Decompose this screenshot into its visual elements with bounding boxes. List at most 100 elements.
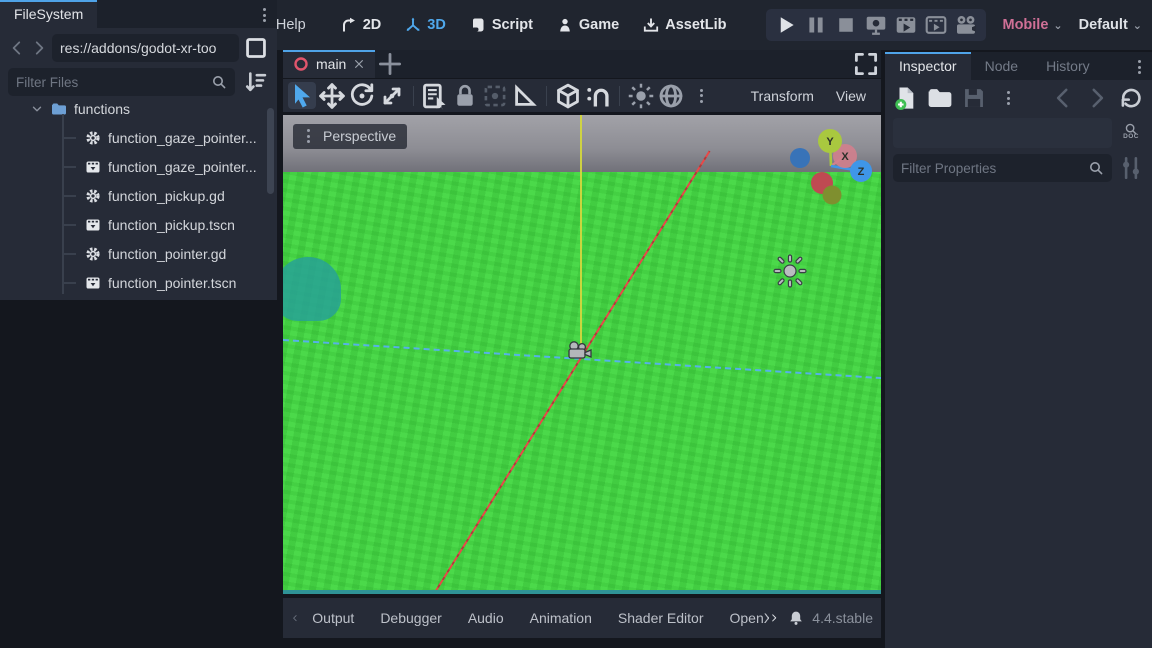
transform-menu[interactable]: Transform: [741, 88, 824, 104]
list-select-tool-button[interactable]: [421, 82, 449, 109]
bottom-panel-shader-editor[interactable]: Shader Editor: [605, 610, 717, 626]
inspector-dock-menu-button[interactable]: [1126, 54, 1152, 80]
tree-guide-tick: [64, 282, 76, 284]
property-tools-button[interactable]: [1118, 155, 1144, 181]
view-axes-gizmo[interactable]: X Y Z: [771, 119, 881, 219]
file-row[interactable]: function_pickup.tscn: [0, 210, 277, 239]
preview-environment-button[interactable]: [657, 82, 685, 109]
directional-light-gizmo[interactable]: [772, 253, 808, 289]
nav-forward-button[interactable]: [30, 39, 48, 57]
godot-scene-icon: [293, 56, 309, 72]
perspective-menu[interactable]: Perspective: [293, 124, 407, 149]
panels-scroll-left-button[interactable]: [291, 614, 299, 622]
scene-tab-label: main: [316, 56, 346, 72]
x-axis-label: X: [841, 151, 849, 163]
group-button[interactable]: [481, 82, 509, 109]
file-row[interactable]: functions: [0, 102, 277, 123]
tab-filesystem[interactable]: FileSystem: [0, 0, 97, 28]
property-filter-input[interactable]: [901, 161, 1088, 176]
scale-tool-button[interactable]: [378, 82, 406, 109]
file-row[interactable]: function_gaze_pointer...: [0, 123, 277, 152]
view-menu[interactable]: View: [826, 88, 876, 104]
workspace-assetlib[interactable]: AssetLib: [633, 11, 736, 39]
local-space-button[interactable]: [554, 82, 582, 109]
object-name-box: [893, 118, 1112, 148]
profile-dropdown[interactable]: Default ⌄: [1079, 17, 1142, 33]
workspace-script[interactable]: Script: [460, 11, 543, 39]
close-icon[interactable]: [353, 58, 365, 70]
workspace-3d[interactable]: 3D: [395, 11, 456, 39]
file-sort-button[interactable]: [243, 69, 269, 95]
ws3d-icon: [405, 17, 421, 33]
viewport-3d[interactable]: X Y Z Perspective: [283, 115, 881, 594]
toggle-split-mode-button[interactable]: [243, 35, 269, 61]
tab-node[interactable]: Node: [971, 52, 1032, 80]
perspective-label: Perspective: [323, 128, 396, 144]
file-row[interactable]: function_pointer.gd: [0, 239, 277, 268]
expand-viewport-button[interactable]: [851, 50, 881, 78]
stop-button[interactable]: [834, 13, 858, 37]
bottom-panel-output[interactable]: Output: [299, 610, 367, 626]
notification-bell-icon[interactable]: [782, 610, 810, 626]
rotate-tool-button[interactable]: [348, 82, 376, 109]
save-resource-button[interactable]: [961, 85, 987, 111]
filesystem-vscrollbar[interactable]: [267, 108, 274, 194]
lock-button[interactable]: [451, 82, 479, 109]
select-tool-button[interactable]: [288, 82, 316, 109]
renderer-label: Mobile: [1002, 17, 1048, 33]
gear-icon: [85, 130, 101, 146]
inspector-toolbar: [885, 80, 1152, 116]
tab-label: History: [1046, 58, 1090, 74]
history-forward-button[interactable]: [1084, 85, 1110, 111]
current-path-input[interactable]: [60, 40, 231, 56]
file-label: function_pointer.gd: [108, 246, 226, 262]
preview-sun-button[interactable]: [627, 82, 655, 109]
godot-editor-window: SceneProjectDebugEditorHelp 2D 3D Script…: [0, 0, 1152, 648]
remote-button[interactable]: [864, 13, 888, 37]
tab-history[interactable]: History: [1032, 52, 1104, 80]
filesystem-dock-menu-button[interactable]: [251, 2, 277, 28]
history-back-button[interactable]: [1050, 85, 1076, 111]
snap-toggle-button[interactable]: [584, 82, 612, 109]
bottom-panel-openx[interactable]: OpenX: [717, 610, 769, 626]
preview-options-button[interactable]: [687, 82, 715, 109]
filesystem-dock: FileSystem functionsfunction_gaze_pointe…: [0, 0, 277, 300]
renderer-dropdown[interactable]: Mobile ⌄: [1002, 17, 1062, 33]
pause-button[interactable]: [804, 13, 828, 37]
bottom-panel-audio[interactable]: Audio: [455, 610, 517, 626]
nav-back-button[interactable]: [8, 39, 26, 57]
file-row[interactable]: function_gaze_pointer...: [0, 152, 277, 181]
chevron-down-icon[interactable]: [30, 102, 44, 117]
edit-history-button[interactable]: [1118, 85, 1144, 111]
inspector-dock-tabs: Inspector Node History: [885, 52, 1152, 80]
play-scene-button[interactable]: [894, 13, 918, 37]
open-docs-button[interactable]: DOC: [1118, 118, 1144, 144]
movie-button[interactable]: [954, 13, 978, 37]
camera-gizmo[interactable]: [565, 340, 595, 362]
play-custom-button[interactable]: [924, 13, 948, 37]
resource-menu-button[interactable]: [995, 85, 1021, 111]
workspace-game[interactable]: Game: [547, 11, 629, 39]
bottom-panel-animation[interactable]: Animation: [517, 610, 605, 626]
gear-icon: [85, 188, 101, 204]
tree-guide-tick: [64, 195, 76, 197]
file-filter-input[interactable]: [16, 75, 211, 90]
workspace-2d[interactable]: 2D: [331, 11, 392, 39]
neg-z-ball: [790, 148, 810, 168]
load-resource-button[interactable]: [927, 85, 953, 111]
new-resource-button[interactable]: [893, 85, 919, 111]
bottom-panel-debugger[interactable]: Debugger: [367, 610, 455, 626]
scene-tab-main[interactable]: main: [283, 50, 375, 78]
new-scene-tab-button[interactable]: [375, 50, 405, 78]
file-row[interactable]: function_pickup.gd: [0, 181, 277, 210]
tree-guide-tick: [64, 166, 76, 168]
panels-scroll-right-button[interactable]: [769, 613, 779, 623]
play-button[interactable]: [774, 13, 798, 37]
y-axis-line: [580, 115, 582, 352]
move-tool-button[interactable]: [318, 82, 346, 109]
tab-inspector[interactable]: Inspector: [885, 52, 971, 80]
chevron-down-icon: ⌄: [1053, 19, 1062, 32]
ruler-button[interactable]: [511, 82, 539, 109]
file-row[interactable]: function_pointer.tscn: [0, 268, 277, 297]
file-label: function_gaze_pointer...: [108, 159, 257, 175]
